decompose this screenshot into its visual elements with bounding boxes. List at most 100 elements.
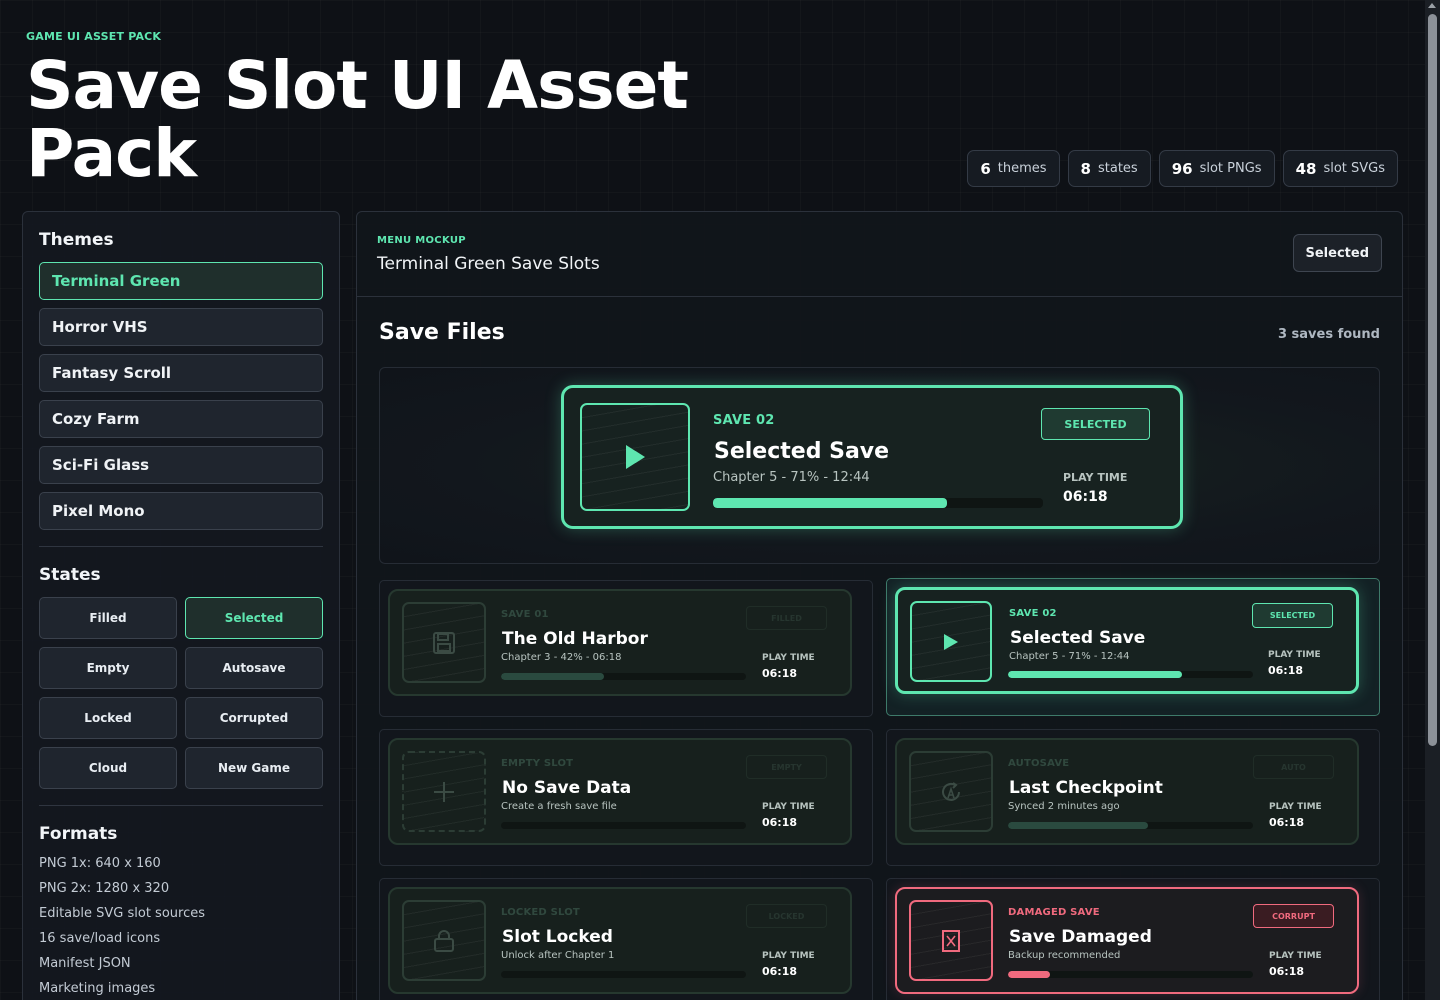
- play-time-value: 06:18: [762, 667, 798, 680]
- slot-name: The Old Harbor: [502, 629, 648, 649]
- slot-name: Save Damaged: [1009, 927, 1152, 947]
- stat-slot-pngs: 96 slot PNGs: [1158, 150, 1275, 187]
- slot-cell: EMPTY SLOT No Save Data Create a fresh s…: [379, 729, 873, 866]
- state-locked[interactable]: Locked: [39, 697, 177, 739]
- slot-progress-bar: [1008, 822, 1253, 829]
- save-slot[interactable]: SAVE 01 The Old Harbor Chapter 3 - 42% -…: [388, 589, 852, 696]
- theme-cozy-farm[interactable]: Cozy Farm: [39, 400, 323, 438]
- slot-name: Slot Locked: [502, 927, 613, 947]
- save-count: 3 saves found: [1277, 327, 1380, 342]
- slot-label: EMPTY SLOT: [501, 758, 574, 769]
- page-title: Save Slot UI Asset Pack: [26, 47, 689, 192]
- menu-mockup-panel: MENU MOCKUP Terminal Green Save Slots Se…: [356, 211, 1403, 1000]
- theme-list: Terminal Green Horror VHS Fantasy Scroll…: [39, 262, 323, 530]
- save-slot[interactable]: SAVE 02 Selected Save Chapter 5 - 71% - …: [895, 587, 1359, 694]
- slot-thumbnail: [909, 900, 993, 981]
- lock-icon: [434, 929, 454, 952]
- hero-save-slot[interactable]: SAVE 02 Selected Save Chapter 5 - 71% - …: [561, 385, 1183, 529]
- scroll-up-arrow-icon[interactable]: [1428, 3, 1436, 8]
- slot-label: LOCKED SLOT: [501, 907, 580, 918]
- slot-cell: AUTOSAVE Last Checkpoint Synced 2 minute…: [886, 729, 1380, 866]
- slot-thumbnail: [402, 751, 486, 832]
- slot-cell: SAVE 01 The Old Harbor Chapter 3 - 42% -…: [379, 580, 873, 717]
- slot-name: Last Checkpoint: [1009, 778, 1163, 798]
- panel-title: Terminal Green Save Slots: [377, 254, 600, 274]
- themes-heading: Themes: [39, 230, 114, 250]
- slot-cell: DAMAGED SAVE Save Damaged Backup recomme…: [886, 878, 1380, 1000]
- format-item: Manifest JSON: [39, 956, 131, 971]
- save-slot[interactable]: LOCKED SLOT Slot Locked Unlock after Cha…: [388, 887, 852, 994]
- play-icon: [944, 633, 958, 650]
- save-slot[interactable]: AUTOSAVE Last Checkpoint Synced 2 minute…: [895, 738, 1359, 845]
- state-toggle-button[interactable]: Selected: [1292, 234, 1382, 272]
- slot-badge: EMPTY: [746, 755, 827, 779]
- stats-bar: 6 themes 8 states 96 slot PNGs 48 slot SVGs: [967, 150, 1398, 187]
- slot-subtitle: Chapter 5 - 71% - 12:44: [713, 470, 870, 485]
- state-selected[interactable]: Selected: [185, 597, 323, 639]
- theme-fantasy-scroll[interactable]: Fantasy Scroll: [39, 354, 323, 392]
- format-item: PNG 2x: 1280 x 320: [39, 881, 170, 896]
- slot-thumbnail: [910, 601, 992, 682]
- play-time-label: PLAY TIME: [762, 653, 815, 663]
- corrupt-file-icon: [942, 929, 960, 952]
- sidebar-divider: [39, 546, 323, 547]
- play-time-label: PLAY TIME: [762, 951, 815, 961]
- stat-states: 8 states: [1067, 150, 1151, 187]
- save-files-title: Save Files: [379, 320, 505, 345]
- state-cloud[interactable]: Cloud: [39, 747, 177, 789]
- state-filled[interactable]: Filled: [39, 597, 177, 639]
- play-time-value: 06:18: [1268, 664, 1304, 677]
- slot-thumbnail: [909, 751, 993, 832]
- states-heading: States: [39, 565, 101, 585]
- state-corrupted[interactable]: Corrupted: [185, 697, 323, 739]
- save-slot[interactable]: DAMAGED SAVE Save Damaged Backup recomme…: [895, 887, 1359, 994]
- slot-subtitle: Unlock after Chapter 1: [501, 950, 615, 961]
- hero-preview: SAVE 02 Selected Save Chapter 5 - 71% - …: [379, 367, 1380, 564]
- theme-sci-fi-glass[interactable]: Sci-Fi Glass: [39, 446, 323, 484]
- scrollbar-thumb[interactable]: [1428, 14, 1437, 746]
- slot-cell: LOCKED SLOT Slot Locked Unlock after Cha…: [379, 878, 873, 1000]
- play-time-label: PLAY TIME: [1268, 650, 1321, 660]
- sidebar: Themes Terminal Green Horror VHS Fantasy…: [22, 211, 340, 1000]
- slot-label: SAVE 01: [501, 609, 549, 620]
- state-new-game[interactable]: New Game: [185, 747, 323, 789]
- play-time-value: 06:18: [1269, 965, 1305, 978]
- slot-name: No Save Data: [502, 778, 632, 798]
- page-scrollbar[interactable]: [1425, 0, 1440, 1000]
- play-time-value: 06:18: [762, 965, 798, 978]
- state-empty[interactable]: Empty: [39, 647, 177, 689]
- slot-subtitle: Backup recommended: [1008, 950, 1121, 961]
- slot-name: Selected Save: [1010, 628, 1146, 648]
- theme-terminal-green[interactable]: Terminal Green: [39, 262, 323, 300]
- play-time-label: PLAY TIME: [1269, 951, 1322, 961]
- slot-progress-fill: [501, 673, 604, 680]
- theme-horror-vhs[interactable]: Horror VHS: [39, 308, 323, 346]
- format-item: 16 save/load icons: [39, 931, 161, 946]
- save-slot[interactable]: EMPTY SLOT No Save Data Create a fresh s…: [388, 738, 852, 845]
- slot-subtitle: Synced 2 minutes ago: [1008, 801, 1120, 812]
- slot-cell: SAVE 02 Selected Save Chapter 5 - 71% - …: [886, 578, 1380, 716]
- slot-thumbnail: [580, 403, 690, 511]
- slot-progress-fill: [713, 498, 948, 508]
- page-eyebrow: GAME UI ASSET PACK: [26, 30, 162, 43]
- slot-badge: SELECTED: [1041, 408, 1150, 440]
- slot-progress-bar: [501, 673, 746, 680]
- slot-label: AUTOSAVE: [1008, 758, 1070, 769]
- sidebar-divider: [39, 805, 323, 806]
- plus-icon: [434, 781, 454, 802]
- play-time-value: 06:18: [1269, 816, 1305, 829]
- play-time-label: PLAY TIME: [762, 802, 815, 812]
- stat-slot-svgs: 48 slot SVGs: [1282, 150, 1398, 187]
- slot-subtitle: Chapter 3 - 42% - 06:18: [501, 652, 622, 663]
- format-item: PNG 1x: 640 x 160: [39, 856, 161, 871]
- slot-badge: AUTO: [1253, 755, 1334, 779]
- state-autosave[interactable]: Autosave: [185, 647, 323, 689]
- theme-pixel-mono[interactable]: Pixel Mono: [39, 492, 323, 530]
- slot-progress-fill: [1008, 671, 1182, 678]
- panel-eyebrow: MENU MOCKUP: [377, 235, 466, 246]
- slot-progress-fill: [1008, 822, 1148, 829]
- format-item: Editable SVG slot sources: [39, 906, 205, 921]
- slot-badge: CORRUPT: [1253, 904, 1334, 928]
- slot-badge: FILLED: [746, 606, 827, 630]
- slot-thumbnail: [402, 602, 486, 683]
